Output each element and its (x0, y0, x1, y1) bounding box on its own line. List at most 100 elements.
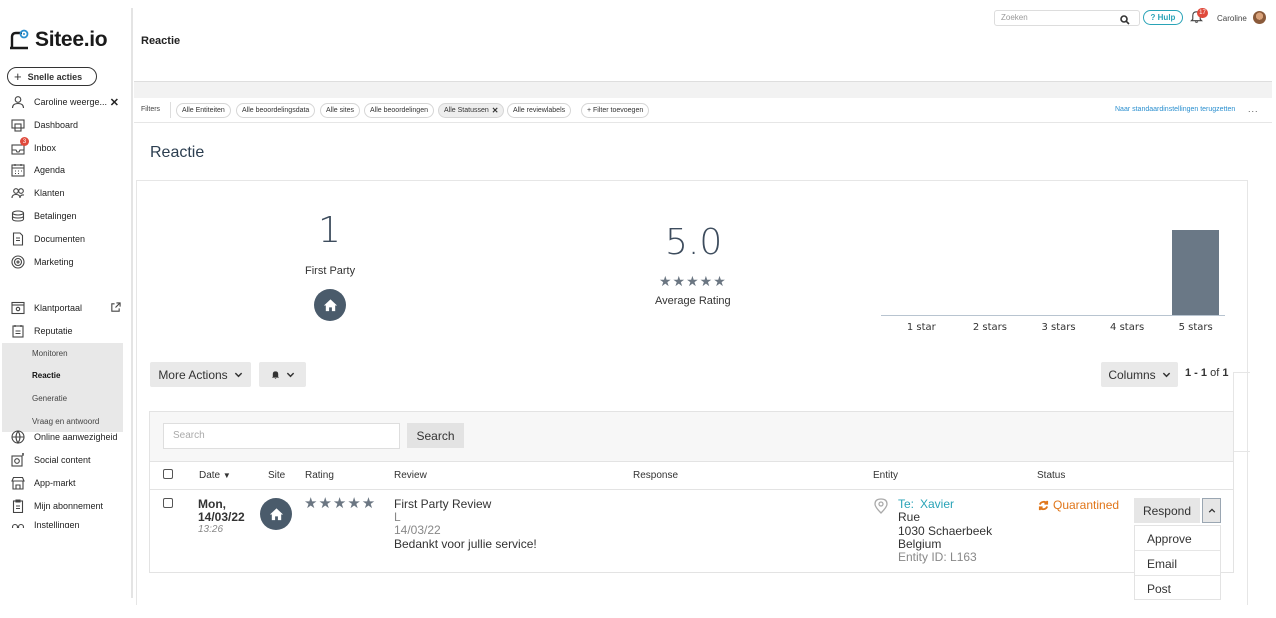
sidebar-item-social-content[interactable]: Social content (11, 451, 123, 469)
sidebar-item-label: Documenten (34, 234, 86, 244)
sidebar-item-agenda[interactable]: Agenda (11, 161, 123, 179)
row-checkbox[interactable] (163, 498, 173, 508)
table-search-input[interactable]: Search (163, 423, 400, 449)
document-icon (11, 232, 25, 246)
sidebar-item-app-markt[interactable]: App-markt (11, 474, 123, 492)
sidebar-item-label: App-markt (34, 478, 76, 488)
column-header-review: Review (394, 470, 427, 481)
reset-defaults-link[interactable]: Naar standaardinstellingen terugzetten (1115, 106, 1235, 113)
sidebar-item-klanten[interactable]: Klanten (11, 184, 123, 202)
filters-label: Filters (141, 106, 161, 113)
filter-chip-beoordelingsdata[interactable]: Alle beoordelingsdata (236, 103, 316, 118)
pager-total: 1 (1222, 367, 1229, 379)
external-link-icon[interactable] (110, 301, 121, 315)
entity-name-link[interactable]: Xavier (920, 498, 954, 511)
sidebar-item-documenten[interactable]: Documenten (11, 230, 123, 248)
location-pin-icon (873, 498, 889, 519)
settings-icon (11, 520, 25, 528)
columns-button[interactable]: Columns (1101, 362, 1178, 387)
sidebar-item-klantportaal[interactable]: Klantportaal (11, 299, 123, 317)
respond-button[interactable]: Respond (1134, 498, 1200, 523)
chevron-down-icon (1162, 372, 1170, 378)
sidebar-item-dashboard[interactable]: Dashboard (11, 116, 123, 134)
sidebar-item-label: Mijn abonnement (34, 501, 104, 511)
reviews-table: Search Search Date ▼ Site Rating Review … (149, 411, 1234, 573)
review-date: 14/03/22 (394, 523, 441, 537)
filter-chip-beoordelingen[interactable]: Alle beoordelingen (364, 103, 434, 118)
chevron-up-icon (1208, 507, 1215, 513)
more-options-icon[interactable]: ... (1248, 104, 1259, 114)
reputatie-submenu: Monitoren Reactie Generatie Vraag en ant… (2, 343, 123, 432)
review-title: First Party Review (394, 497, 492, 511)
column-header-date[interactable]: Date ▼ (199, 470, 231, 481)
table-toolbar: Search Search (150, 412, 1233, 462)
sidebar-item-mijn-abonnement[interactable]: Mijn abonnement (11, 497, 123, 515)
notifications-bell-icon[interactable]: 17 (1190, 8, 1208, 28)
global-search-input[interactable]: Zoeken (994, 10, 1140, 26)
sidebar-item-label: Betalingen (34, 211, 77, 221)
sidebar-divider (131, 8, 133, 598)
logo-text: Sitee.io (35, 28, 108, 51)
column-header-entity: Entity (873, 470, 899, 481)
remove-filter-icon[interactable]: ✕ (492, 106, 499, 115)
search-button[interactable]: Search (407, 423, 464, 448)
notification-badge: 17 (1197, 8, 1208, 18)
submenu-item-generatie[interactable]: Generatie (32, 394, 67, 403)
search-icon[interactable] (1120, 12, 1130, 30)
inbox-icon: 3 (11, 137, 29, 155)
respond-option-post[interactable]: Post (1147, 582, 1171, 596)
column-header-site: Site (268, 470, 286, 481)
close-icon[interactable]: ✕ (110, 96, 119, 109)
sort-down-icon: ▼ (222, 471, 231, 480)
header-divider (150, 489, 1233, 490)
sidebar-item-betalingen[interactable]: Betalingen (11, 207, 123, 225)
respond-option-approve[interactable]: Approve (1147, 532, 1192, 546)
customers-icon (11, 186, 25, 200)
home-icon (314, 289, 346, 321)
average-rating-stars: ★★★★★ (659, 273, 727, 289)
help-button[interactable]: ? Hulp (1143, 10, 1183, 25)
sidebar-item-label: Inbox (34, 143, 57, 153)
filter-chip-statussen[interactable]: Alle Statussen ✕ (438, 103, 505, 118)
review-text: Bedankt voor jullie service! (394, 537, 537, 551)
sidebar-item-reputatie[interactable]: Reputatie (11, 322, 123, 340)
sidebar-item-user[interactable]: Caroline weerge... ✕ (11, 93, 123, 111)
sidebar-item-instellingen[interactable]: Instellingen (11, 520, 123, 528)
quick-actions-button[interactable]: + Snelle acties (7, 67, 97, 86)
dropdown-divider (1135, 575, 1220, 576)
pagination-info: 1 - 1 of 1 (1185, 367, 1228, 379)
select-all-checkbox[interactable] (163, 469, 173, 479)
social-icon (11, 453, 25, 467)
submenu-item-reactie[interactable]: Reactie (32, 371, 60, 380)
filter-chip-entiteiten[interactable]: Alle Entiteiten (176, 103, 231, 118)
submenu-item-vraag-en-antwoord[interactable]: Vraag en antwoord (32, 417, 99, 426)
respond-dropdown-toggle[interactable] (1202, 498, 1221, 523)
sidebar-item-inbox[interactable]: 3 Inbox (11, 137, 123, 157)
sidebar-item-label: Agenda (34, 165, 66, 175)
add-filter-button[interactable]: + Filter toevoegen (581, 103, 650, 118)
average-rating-value: 5.0 (665, 222, 723, 263)
pager-of: of (1210, 367, 1220, 379)
filter-chip-sites[interactable]: Alle sites (320, 103, 361, 118)
user-icon (11, 95, 25, 109)
respond-option-email[interactable]: Email (1147, 557, 1177, 571)
sitee-logo[interactable]: Sitee.io (7, 28, 108, 52)
avatar[interactable] (1253, 11, 1266, 24)
notification-settings-button[interactable] (259, 362, 306, 387)
user-name[interactable]: Caroline (1217, 14, 1247, 23)
pager-range: 1 - 1 (1185, 367, 1208, 379)
globe-icon (11, 430, 25, 444)
panel-edge (1233, 372, 1250, 452)
sidebar-item-label: Marketing (34, 257, 74, 267)
sidebar-item-online-aanwezigheid[interactable]: Online aanwezigheid (11, 428, 123, 446)
filter-chip-reviewlabels[interactable]: Alle reviewlabels (507, 103, 572, 118)
dropdown-divider (1135, 550, 1220, 551)
refresh-icon (1038, 500, 1049, 510)
submenu-item-monitoren[interactable]: Monitoren (32, 349, 68, 358)
column-header-rating: Rating (305, 470, 334, 481)
more-actions-button[interactable]: More Actions (150, 362, 251, 387)
sidebar-item-marketing[interactable]: Marketing (11, 253, 123, 271)
chevron-down-icon (234, 372, 242, 378)
quick-actions-label: Snelle acties (27, 71, 83, 82)
chart-tick-label: 4 stars (1110, 322, 1145, 333)
